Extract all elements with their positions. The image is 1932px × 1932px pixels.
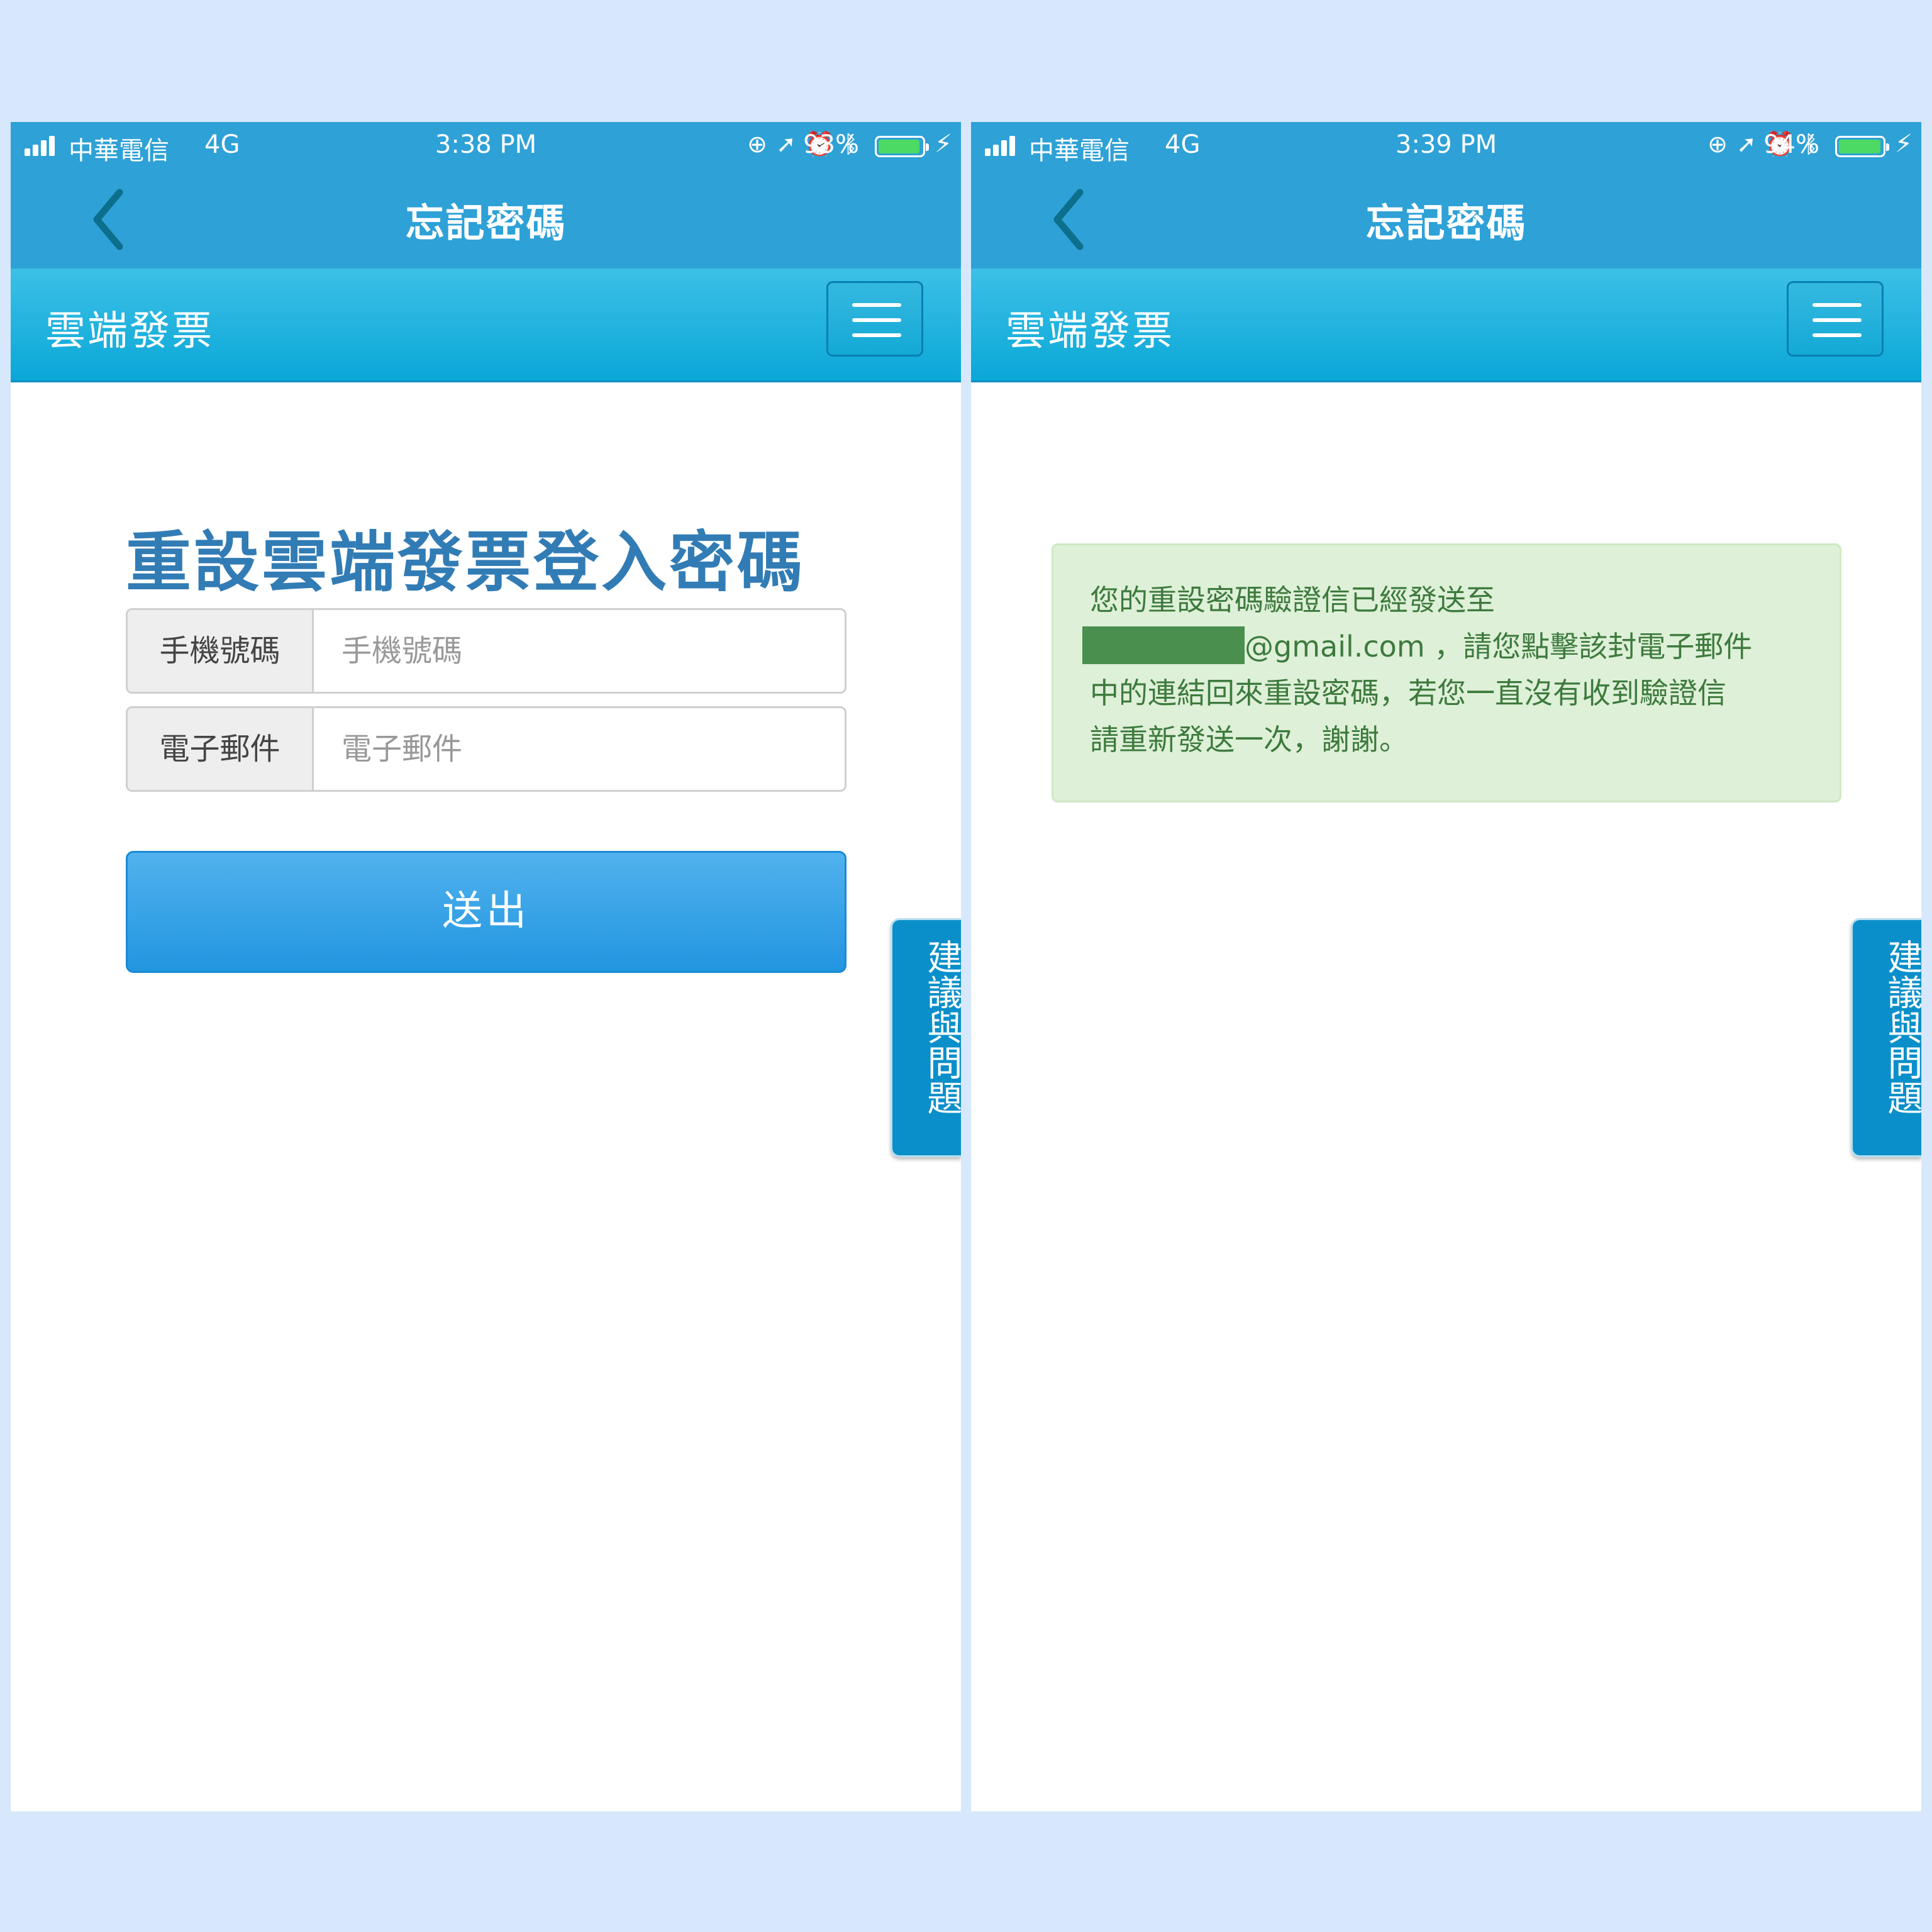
submit-button[interactable]: 送出 xyxy=(126,851,847,973)
orientation-lock-icon: ⊕ xyxy=(1707,130,1737,158)
app-navbar: 雲端發票 xyxy=(971,269,1921,382)
alert-line: 您的重設密碼驗證信已經發送至 xyxy=(1090,583,1495,617)
form-heading: 重設雲端發票登入密碼 xyxy=(126,524,806,601)
hamburger-menu-icon[interactable] xyxy=(1787,281,1884,357)
status-bar: 中華電信 4G 3:38 PM ⊕➚⏰ᛒ 93% ⚡ xyxy=(11,122,961,172)
alert-line-rest: ，請您點擊該封電子郵件 xyxy=(1434,630,1753,663)
charging-bolt-icon: ⚡ xyxy=(934,130,952,158)
alert-line: 請重新發送一次，謝謝。 xyxy=(1090,723,1408,757)
page-title: 忘記密碼 xyxy=(405,200,567,246)
brand-name[interactable]: 雲端發票 xyxy=(45,299,214,357)
email-label: 電子郵件 xyxy=(128,708,314,790)
feedback-side-tab[interactable]: 建議與問題 xyxy=(1851,918,1921,1157)
alert-email-suffix: @gmail.com xyxy=(1245,630,1425,663)
alert-line-email: @gmail.com ，請您點擊該封電子郵件 xyxy=(1082,623,1804,670)
left-phone-screen: 中華電信 4G 3:38 PM ⊕➚⏰ᛒ 93% ⚡ 忘記密碼 雲端發票 重設雲… xyxy=(11,122,961,1811)
success-alert: 您的重設密碼驗證信已經發送至 @gmail.com ，請您點擊該封電子郵件 中的… xyxy=(1052,543,1841,802)
location-arrow-icon: ➚ xyxy=(1736,130,1765,158)
battery-percent: 94% xyxy=(1763,130,1819,159)
email-input-group: 電子郵件 xyxy=(126,706,847,792)
status-bar: 中華電信 4G 3:39 PM ⊕➚⏰ᛒ 94% ⚡ xyxy=(971,122,1921,172)
location-arrow-icon: ➚ xyxy=(776,130,805,158)
top-bar: 中華電信 4G 3:38 PM ⊕➚⏰ᛒ 93% ⚡ 忘記密碼 xyxy=(11,122,961,269)
alert-line: 中的連結回來重設密碼，若您一直沒有收到驗證信 xyxy=(1090,676,1726,710)
right-phone-screen: 中華電信 4G 3:39 PM ⊕➚⏰ᛒ 94% ⚡ 忘記密碼 雲端發票 您的重… xyxy=(971,122,1921,1811)
phone-input[interactable] xyxy=(314,610,845,692)
feedback-tab-label: 建議與問題 xyxy=(921,939,961,1115)
redacted-email-block xyxy=(1082,626,1245,664)
brand-name[interactable]: 雲端發票 xyxy=(1006,299,1174,357)
email-input[interactable] xyxy=(314,708,845,790)
phone-label: 手機號碼 xyxy=(128,610,314,692)
charging-bolt-icon: ⚡ xyxy=(1894,130,1913,158)
feedback-tab-label: 建議與問題 xyxy=(1882,939,1921,1115)
page-title: 忘記密碼 xyxy=(1365,200,1527,246)
feedback-side-tab[interactable]: 建議與問題 xyxy=(891,918,961,1157)
battery-icon xyxy=(1835,136,1889,157)
app-navbar: 雲端發票 xyxy=(11,269,961,382)
battery-percent: 93% xyxy=(803,130,859,159)
battery-icon xyxy=(875,136,929,157)
hamburger-menu-icon[interactable] xyxy=(826,281,923,357)
orientation-lock-icon: ⊕ xyxy=(747,130,777,158)
top-bar: 中華電信 4G 3:39 PM ⊕➚⏰ᛒ 94% ⚡ 忘記密碼 xyxy=(971,122,1921,269)
phone-input-group: 手機號碼 xyxy=(126,608,847,694)
